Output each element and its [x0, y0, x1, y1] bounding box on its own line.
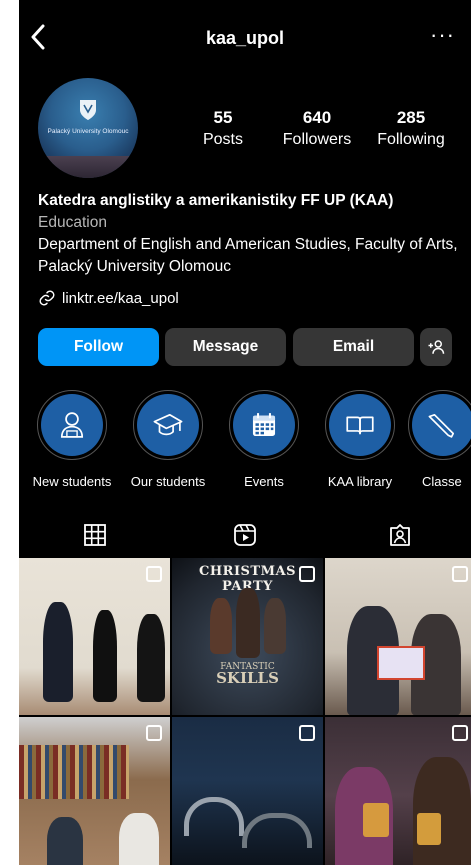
avatar-landscape [38, 156, 138, 178]
email-button[interactable]: Email [293, 328, 414, 366]
bookshelf [19, 745, 129, 799]
profile-link-text: linktr.ee/kaa_upol [62, 289, 179, 307]
photo-figure [47, 817, 83, 865]
highlight-our-students[interactable]: Our students [120, 390, 216, 489]
photo-figure [210, 598, 232, 654]
movie-title-line: SKILLS [216, 669, 279, 687]
highlight-ring [325, 390, 395, 460]
tab-tagged[interactable] [388, 523, 412, 547]
post-movie-title: FANTASTIC SKILLS [172, 662, 323, 687]
highlight-ring [229, 390, 299, 460]
message-button[interactable]: Message [165, 328, 286, 366]
stat-following-value: 285 [396, 108, 426, 127]
photo-figure [413, 757, 471, 865]
tab-reels[interactable] [233, 523, 257, 547]
post-thumbnail-1[interactable] [19, 558, 170, 715]
post-thumbnail-2[interactable]: CHRISTMAS PARTY FANTASTIC SKILLS [172, 558, 323, 715]
highlight-ring [133, 390, 203, 460]
add-person-icon [428, 340, 445, 354]
link-icon [39, 290, 55, 306]
tagged-icon [390, 524, 410, 546]
highlight-cover [137, 394, 199, 456]
beer-mug [417, 813, 441, 845]
highlight-label: Events [244, 474, 284, 489]
highlight-label: KAA library [327, 474, 393, 489]
photo-figure [264, 598, 286, 654]
highlight-ring [37, 390, 107, 460]
highlight-ring [408, 390, 471, 460]
more-options-icon[interactable]: ··· [430, 22, 455, 48]
graduation-cap-icon [153, 413, 183, 436]
follow-button[interactable]: Follow [38, 328, 159, 366]
book-icon [346, 416, 374, 435]
student-icon [60, 412, 84, 438]
highlight-cover [41, 394, 103, 456]
highlight-events[interactable]: Events [216, 390, 312, 489]
avatar[interactable]: Palacký University Olomouc [38, 78, 138, 178]
top-bar: kaa_upol ··· [19, 0, 471, 72]
highlight-kaa-library[interactable]: KAA library [312, 390, 408, 489]
profile-tabs [19, 513, 471, 558]
profile-description: Department of English and American Studi… [38, 236, 458, 275]
highlight-label: Classe [422, 474, 462, 489]
profile-screen: kaa_upol ··· Palacký University Olomouc … [19, 0, 471, 865]
profile-link[interactable]: linktr.ee/kaa_upol [38, 289, 179, 307]
stat-following-label: Following [377, 131, 445, 148]
stat-followers[interactable]: 640 Followers [277, 108, 357, 149]
photo-figure [137, 614, 165, 702]
post-thumbnail-3[interactable] [325, 558, 471, 715]
post-thumbnail-6[interactable] [325, 717, 471, 865]
highlight-new-students[interactable]: New students [24, 390, 120, 489]
carousel-icon [146, 566, 162, 582]
carousel-icon [452, 566, 468, 582]
suggest-people-button[interactable] [420, 328, 452, 366]
reels-icon [234, 524, 256, 546]
calendar-icon [252, 413, 276, 437]
carousel-icon [299, 566, 315, 582]
stat-posts-label: Posts [202, 131, 243, 148]
stat-posts[interactable]: 55 Posts [197, 108, 249, 149]
carousel-icon [299, 725, 315, 741]
headphones-prop [242, 813, 312, 848]
highlight-label: New students [32, 474, 112, 489]
highlight-classes[interactable]: Classe [408, 390, 471, 489]
book-prop [377, 646, 425, 680]
stat-following[interactable]: 285 Following [371, 108, 451, 149]
photo-figure [236, 588, 260, 658]
photo-figure [43, 602, 73, 702]
beer-mug [363, 803, 389, 837]
stat-posts-value: 55 [213, 108, 233, 127]
profile-username: kaa_upol [205, 28, 285, 48]
pencil-icon [428, 413, 455, 438]
stat-followers-label: Followers [282, 131, 352, 148]
photo-figure [119, 813, 159, 865]
photo-figure [93, 610, 117, 702]
highlight-cover [329, 394, 391, 456]
avatar-university-name: Palacký University Olomouc [47, 128, 129, 135]
profile-category: Education [38, 214, 107, 231]
carousel-icon [452, 725, 468, 741]
highlight-cover [233, 394, 295, 456]
highlight-label: Our students [130, 474, 206, 489]
university-seal-icon [80, 100, 96, 120]
carousel-icon [146, 725, 162, 741]
profile-bio: Katedra anglistiky a amerikanistiky FF U… [38, 190, 458, 278]
stat-followers-value: 640 [302, 108, 332, 127]
grid-icon [84, 524, 106, 546]
tab-posts[interactable] [83, 523, 107, 547]
post-thumbnail-4[interactable] [19, 717, 170, 865]
post-thumbnail-5[interactable] [172, 717, 323, 865]
highlight-cover [412, 394, 471, 456]
headphones-prop [184, 797, 244, 836]
profile-display-name: Katedra anglistiky a amerikanistiky FF U… [38, 192, 394, 209]
